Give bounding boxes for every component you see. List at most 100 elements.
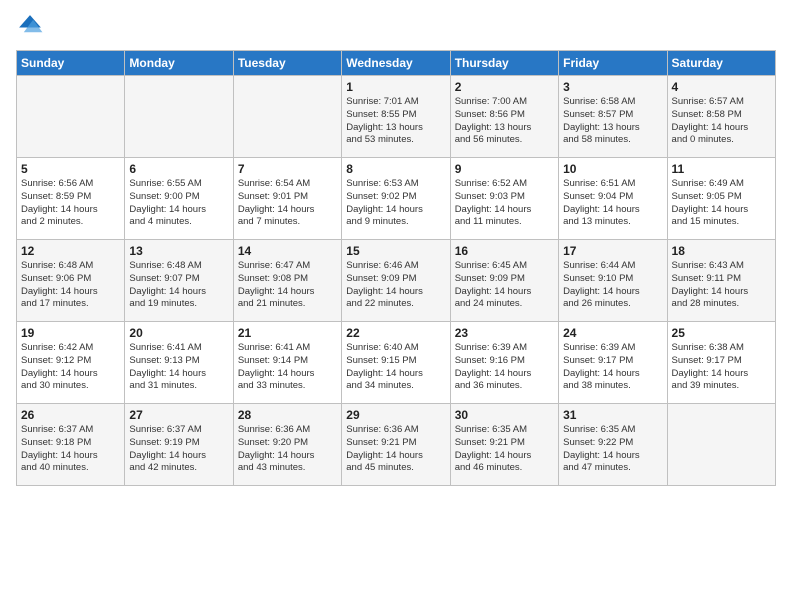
- day-info: Sunrise: 6:43 AM Sunset: 9:11 PM Dayligh…: [672, 260, 771, 311]
- calendar-cell: 8 Sunrise: 6:53 AM Sunset: 9:02 PM Daylig…: [342, 158, 450, 240]
- day-info: Sunrise: 6:52 AM Sunset: 9:03 PM Dayligh…: [455, 178, 554, 229]
- day-info: Sunrise: 6:56 AM Sunset: 8:59 PM Dayligh…: [21, 178, 120, 229]
- day-number: 10: [563, 162, 662, 176]
- day-number: 30: [455, 408, 554, 422]
- calendar-cell: 15 Sunrise: 6:46 AM Sunset: 9:09 PM Dayli…: [342, 240, 450, 322]
- day-info: Sunrise: 6:36 AM Sunset: 9:21 PM Dayligh…: [346, 424, 445, 475]
- calendar-cell: [125, 76, 233, 158]
- day-number: 17: [563, 244, 662, 258]
- day-info: Sunrise: 6:39 AM Sunset: 9:17 PM Dayligh…: [563, 342, 662, 393]
- calendar-cell: 13Sunrise: 6:48 AM Sunset: 9:07 PM Dayli…: [125, 240, 233, 322]
- calendar-cell: [17, 76, 125, 158]
- calendar-cell: 30 Sunrise: 6:35 AM Sunset: 9:21 PM Dayli…: [450, 404, 558, 486]
- day-info: Sunrise: 6:51 AM Sunset: 9:04 PM Dayligh…: [563, 178, 662, 229]
- day-number: 27: [129, 408, 228, 422]
- calendar-cell: 6 Sunrise: 6:55 AM Sunset: 9:00 PM Daylig…: [125, 158, 233, 240]
- day-info: Sunrise: 6:47 AM Sunset: 9:08 PM Dayligh…: [238, 260, 337, 311]
- calendar-cell: 18 Sunrise: 6:43 AM Sunset: 9:11 PM Dayli…: [667, 240, 775, 322]
- day-info: Sunrise: 6:41 AM Sunset: 9:14 PM Dayligh…: [238, 342, 337, 393]
- weekday-header: Wednesday: [342, 51, 450, 76]
- day-number: 23: [455, 326, 554, 340]
- day-info: Sunrise: 7:00 AM Sunset: 8:56 PM Dayligh…: [455, 96, 554, 147]
- day-info: Sunrise: 6:53 AM Sunset: 9:02 PM Dayligh…: [346, 178, 445, 229]
- day-number: 19: [21, 326, 120, 340]
- weekday-header: Friday: [559, 51, 667, 76]
- calendar-cell: 29 Sunrise: 6:36 AM Sunset: 9:21 PM Dayli…: [342, 404, 450, 486]
- day-number: 22: [346, 326, 445, 340]
- calendar-cell: 11Sunrise: 6:49 AM Sunset: 9:05 PM Dayli…: [667, 158, 775, 240]
- day-number: 31: [563, 408, 662, 422]
- calendar-cell: [667, 404, 775, 486]
- day-info: Sunrise: 6:35 AM Sunset: 9:22 PM Dayligh…: [563, 424, 662, 475]
- calendar-cell: 5Sunrise: 6:56 AM Sunset: 8:59 PM Daylig…: [17, 158, 125, 240]
- calendar-cell: 9 Sunrise: 6:52 AM Sunset: 9:03 PM Daylig…: [450, 158, 558, 240]
- day-number: 21: [238, 326, 337, 340]
- day-number: 7: [238, 162, 337, 176]
- calendar-cell: 12 Sunrise: 6:48 AM Sunset: 9:06 PM Dayli…: [17, 240, 125, 322]
- day-info: Sunrise: 6:37 AM Sunset: 9:18 PM Dayligh…: [21, 424, 120, 475]
- day-info: Sunrise: 6:39 AM Sunset: 9:16 PM Dayligh…: [455, 342, 554, 393]
- day-number: 25: [672, 326, 771, 340]
- calendar-cell: 25 Sunrise: 6:38 AM Sunset: 9:17 PM Dayli…: [667, 322, 775, 404]
- calendar-cell: 17 Sunrise: 6:44 AM Sunset: 9:10 PM Dayli…: [559, 240, 667, 322]
- day-info: Sunrise: 6:45 AM Sunset: 9:09 PM Dayligh…: [455, 260, 554, 311]
- calendar-cell: 23 Sunrise: 6:39 AM Sunset: 9:16 PM Dayli…: [450, 322, 558, 404]
- day-info: Sunrise: 6:38 AM Sunset: 9:17 PM Dayligh…: [672, 342, 771, 393]
- calendar-cell: 20 Sunrise: 6:41 AM Sunset: 9:13 PM Dayli…: [125, 322, 233, 404]
- day-number: 20: [129, 326, 228, 340]
- day-number: 4: [672, 80, 771, 94]
- day-info: Sunrise: 6:41 AM Sunset: 9:13 PM Dayligh…: [129, 342, 228, 393]
- calendar-cell: 16Sunrise: 6:45 AM Sunset: 9:09 PM Dayli…: [450, 240, 558, 322]
- calendar-cell: 26 Sunrise: 6:37 AM Sunset: 9:18 PM Dayli…: [17, 404, 125, 486]
- day-info: Sunrise: 6:44 AM Sunset: 9:10 PM Dayligh…: [563, 260, 662, 311]
- calendar-cell: 4 Sunrise: 6:57 AM Sunset: 8:58 PM Daylig…: [667, 76, 775, 158]
- day-number: 9: [455, 162, 554, 176]
- calendar-cell: 1Sunrise: 7:01 AM Sunset: 8:55 PM Daylig…: [342, 76, 450, 158]
- calendar-cell: 14Sunrise: 6:47 AM Sunset: 9:08 PM Dayli…: [233, 240, 341, 322]
- day-info: Sunrise: 6:46 AM Sunset: 9:09 PM Dayligh…: [346, 260, 445, 311]
- day-info: Sunrise: 6:48 AM Sunset: 9:06 PM Dayligh…: [21, 260, 120, 311]
- day-number: 18: [672, 244, 771, 258]
- day-number: 8: [346, 162, 445, 176]
- day-info: Sunrise: 6:58 AM Sunset: 8:57 PM Dayligh…: [563, 96, 662, 147]
- day-number: 2: [455, 80, 554, 94]
- calendar-cell: 3 Sunrise: 6:58 AM Sunset: 8:57 PM Daylig…: [559, 76, 667, 158]
- day-number: 29: [346, 408, 445, 422]
- page: SundayMondayTuesdayWednesdayThursdayFrid…: [0, 0, 792, 612]
- weekday-header: Sunday: [17, 51, 125, 76]
- calendar-cell: 28Sunrise: 6:36 AM Sunset: 9:20 PM Dayli…: [233, 404, 341, 486]
- logo: [16, 12, 48, 40]
- calendar-cell: 22Sunrise: 6:40 AM Sunset: 9:15 PM Dayli…: [342, 322, 450, 404]
- day-number: 24: [563, 326, 662, 340]
- day-info: Sunrise: 6:54 AM Sunset: 9:01 PM Dayligh…: [238, 178, 337, 229]
- day-info: Sunrise: 6:57 AM Sunset: 8:58 PM Dayligh…: [672, 96, 771, 147]
- day-info: Sunrise: 6:37 AM Sunset: 9:19 PM Dayligh…: [129, 424, 228, 475]
- day-number: 12: [21, 244, 120, 258]
- day-info: Sunrise: 6:55 AM Sunset: 9:00 PM Dayligh…: [129, 178, 228, 229]
- weekday-header: Saturday: [667, 51, 775, 76]
- calendar-cell: 2 Sunrise: 7:00 AM Sunset: 8:56 PM Daylig…: [450, 76, 558, 158]
- day-info: Sunrise: 6:48 AM Sunset: 9:07 PM Dayligh…: [129, 260, 228, 311]
- weekday-header: Monday: [125, 51, 233, 76]
- day-number: 26: [21, 408, 120, 422]
- calendar-cell: 21 Sunrise: 6:41 AM Sunset: 9:14 PM Dayli…: [233, 322, 341, 404]
- day-number: 3: [563, 80, 662, 94]
- calendar-cell: [233, 76, 341, 158]
- day-info: Sunrise: 6:42 AM Sunset: 9:12 PM Dayligh…: [21, 342, 120, 393]
- day-info: Sunrise: 6:35 AM Sunset: 9:21 PM Dayligh…: [455, 424, 554, 475]
- weekday-header: Tuesday: [233, 51, 341, 76]
- logo-icon: [16, 12, 44, 40]
- day-number: 6: [129, 162, 228, 176]
- calendar-cell: 7 Sunrise: 6:54 AM Sunset: 9:01 PM Daylig…: [233, 158, 341, 240]
- calendar-cell: 24 Sunrise: 6:39 AM Sunset: 9:17 PM Dayli…: [559, 322, 667, 404]
- calendar-week-row: 5Sunrise: 6:56 AM Sunset: 8:59 PM Daylig…: [17, 158, 776, 240]
- calendar-table: SundayMondayTuesdayWednesdayThursdayFrid…: [16, 50, 776, 486]
- day-info: Sunrise: 7:01 AM Sunset: 8:55 PM Dayligh…: [346, 96, 445, 147]
- calendar-cell: 10 Sunrise: 6:51 AM Sunset: 9:04 PM Dayli…: [559, 158, 667, 240]
- day-info: Sunrise: 6:36 AM Sunset: 9:20 PM Dayligh…: [238, 424, 337, 475]
- day-number: 15: [346, 244, 445, 258]
- header: [16, 12, 776, 40]
- day-info: Sunrise: 6:49 AM Sunset: 9:05 PM Dayligh…: [672, 178, 771, 229]
- weekday-header: Thursday: [450, 51, 558, 76]
- calendar-cell: 19 Sunrise: 6:42 AM Sunset: 9:12 PM Dayli…: [17, 322, 125, 404]
